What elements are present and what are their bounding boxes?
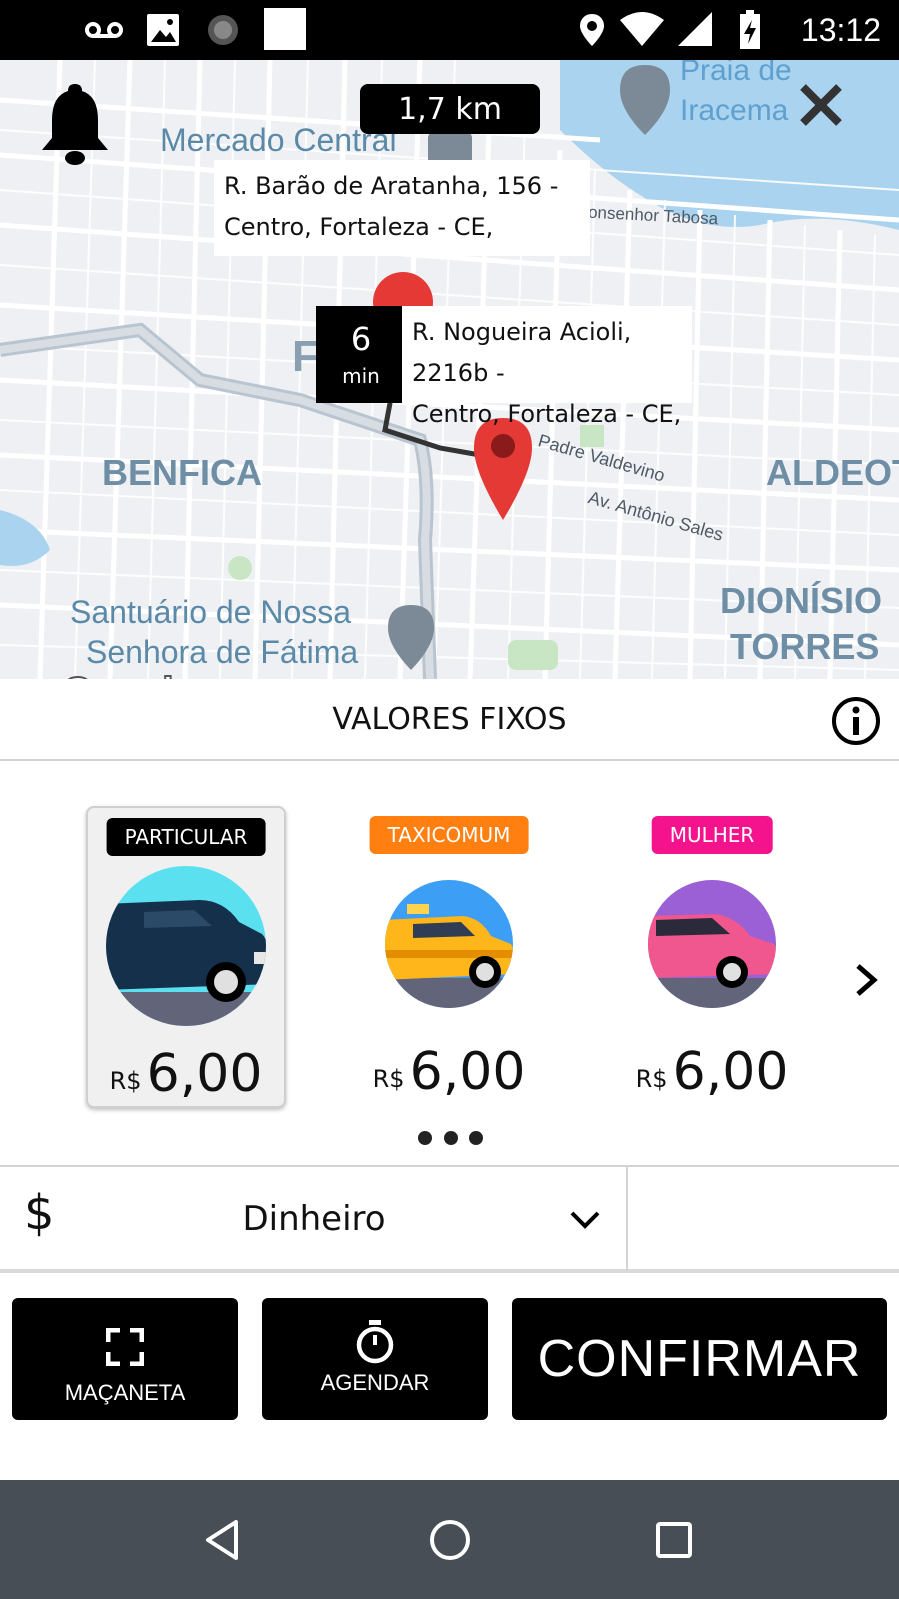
pink-car-icon xyxy=(648,880,776,1008)
category-price: R$ 6,00 xyxy=(349,1042,549,1102)
info-icon[interactable] xyxy=(830,695,882,747)
map-label-dionisio: DIONÍSIO xyxy=(720,580,883,621)
signal-icon xyxy=(678,12,712,46)
chevron-down-icon xyxy=(570,1211,600,1229)
pagination-dot[interactable] xyxy=(444,1131,458,1145)
map-label-f: F xyxy=(292,332,319,381)
map-label-praia-2: Iracema xyxy=(680,94,789,127)
notifications-bell-icon[interactable] xyxy=(38,80,112,166)
sedan-car-icon xyxy=(106,866,266,1026)
eta-value: 6 xyxy=(350,320,372,358)
confirm-button[interactable]: CONFIRMAR xyxy=(512,1298,887,1420)
home-icon[interactable] xyxy=(426,1516,474,1564)
door-handle-button[interactable]: MAÇANETA xyxy=(12,1298,238,1420)
clock: 13:12 xyxy=(800,11,881,48)
price-value: 6,00 xyxy=(146,1044,263,1104)
origin-address-line2: Centro, Fortaleza - CE, xyxy=(224,213,494,241)
origin-address-line1: R. Barão de Aratanha, 156 - xyxy=(224,172,559,200)
destination-address-line1: R. Nogueira Acioli, 2216b - xyxy=(412,318,632,387)
voicemail-icon xyxy=(85,22,123,38)
eta-badge: 6 min xyxy=(316,306,406,403)
price-value: 6,00 xyxy=(409,1042,526,1102)
blank-square-icon xyxy=(264,8,306,50)
price-currency: R$ xyxy=(372,1065,405,1093)
category-badge: TAXICOMUM xyxy=(369,816,529,854)
door-handle-label: MAÇANETA xyxy=(64,1380,186,1405)
spinner-icon xyxy=(208,15,238,45)
category-card-particular[interactable]: PARTICULAR R$ 6,00 xyxy=(86,806,286,1108)
category-price: R$ 6,00 xyxy=(88,1044,284,1104)
pagination-dot[interactable] xyxy=(418,1131,432,1145)
taxi-car-icon xyxy=(385,880,513,1008)
fullscreen-icon xyxy=(106,1328,144,1366)
price-currency: R$ xyxy=(109,1067,142,1095)
payment-method-label: Dinheiro xyxy=(242,1199,386,1239)
map-label-santuario-2: Senhora de Fátima xyxy=(86,634,359,670)
pagination-dot[interactable] xyxy=(469,1131,483,1145)
fixed-values-header: VALORES FIXOS xyxy=(0,679,899,761)
status-bar: 13:12 xyxy=(0,0,899,60)
map-label-santuario-1: Santuário de Nossa xyxy=(70,594,352,630)
wifi-icon xyxy=(620,12,664,46)
category-badge: MULHER xyxy=(651,816,773,854)
eta-unit: min xyxy=(342,364,380,388)
category-badge: PARTICULAR xyxy=(106,818,266,856)
schedule-label: AGENDAR xyxy=(320,1370,430,1395)
category-card-mulher[interactable]: MULHER R$ 6,00 xyxy=(612,806,812,1108)
battery-charging-icon xyxy=(740,10,760,49)
payment-extra-field[interactable] xyxy=(630,1167,899,1271)
category-card-taxicomum[interactable]: TAXICOMUM R$ 6,00 xyxy=(349,806,549,1108)
confirm-label: CONFIRMAR xyxy=(537,1330,862,1388)
image-icon xyxy=(147,14,179,46)
price-value: 6,00 xyxy=(672,1042,789,1102)
close-icon[interactable] xyxy=(796,80,846,130)
destination-address[interactable]: R. Nogueira Acioli, 2216b - Centro, Fort… xyxy=(402,306,692,428)
price-currency: R$ xyxy=(635,1065,668,1093)
map-label-torres: TORRES xyxy=(730,626,880,667)
map-label-praia-1: Praia de xyxy=(680,60,792,87)
back-icon[interactable] xyxy=(200,1516,248,1564)
payment-row: $ Dinheiro xyxy=(0,1165,899,1273)
stopwatch-icon xyxy=(356,1320,394,1364)
chevron-right-icon[interactable] xyxy=(852,962,882,998)
category-price: R$ 6,00 xyxy=(612,1042,812,1102)
google-logo: Google xyxy=(61,669,196,679)
location-icon xyxy=(580,14,604,46)
destination-address-line2: Centro, Fortaleza - CE, xyxy=(412,400,682,428)
fixed-values-title: VALORES FIXOS xyxy=(332,702,567,737)
origin-address[interactable]: R. Barão de Aratanha, 156 - Centro, Fort… xyxy=(214,160,590,256)
map-label-benfica: BENFICA xyxy=(102,452,262,493)
map-label-aldeota: ALDEOT xyxy=(766,452,899,493)
distance-badge: 1,7 km xyxy=(360,84,540,134)
payment-method-select[interactable]: $ Dinheiro xyxy=(0,1167,628,1271)
schedule-button[interactable]: AGENDAR xyxy=(262,1298,488,1420)
recents-icon[interactable] xyxy=(650,1516,698,1564)
